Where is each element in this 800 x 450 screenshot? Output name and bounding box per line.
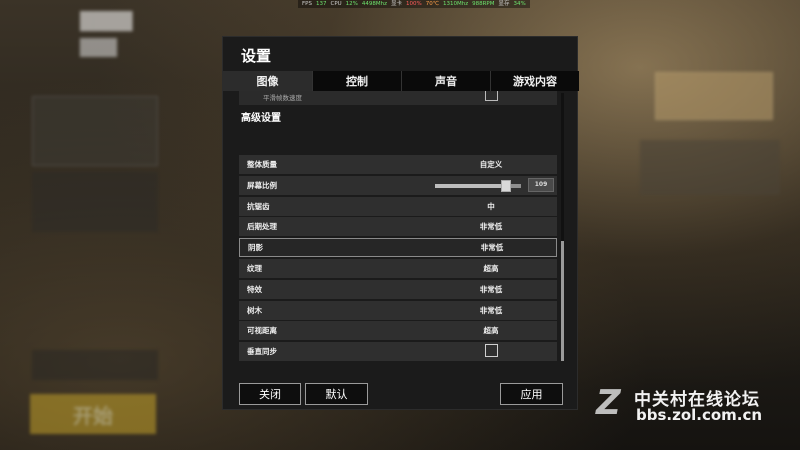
default-button[interactable]: 默认 — [305, 383, 368, 405]
zol-logo-icon: Z — [596, 383, 621, 423]
window-title: 设置 — [241, 47, 272, 65]
background-panel-secondary — [32, 172, 158, 232]
setting-label: 垂直同步 — [247, 347, 277, 357]
watermark-url: bbs.zol.com.cn — [636, 406, 763, 424]
tab-graphics[interactable]: 图像 — [223, 71, 312, 91]
perf-value: 34% — [513, 1, 526, 7]
setting-row[interactable]: 整体质量 自定义 — [239, 155, 557, 174]
setting-value-selector[interactable]: 中 — [469, 201, 513, 212]
background-news-card — [640, 140, 780, 195]
perf-value: 137 — [315, 1, 327, 7]
setting-label: 可视距离 — [247, 326, 277, 336]
setting-label: 树木 — [247, 305, 262, 315]
perf-label: FPS — [302, 1, 312, 7]
setting-row[interactable]: 树木 非常低 — [239, 300, 557, 320]
background-start-button: 开始 — [30, 394, 156, 434]
close-button[interactable]: 关闭 — [239, 383, 301, 405]
tab-controls[interactable]: 控制 — [312, 71, 401, 91]
screen-scale-slider[interactable] — [435, 179, 521, 192]
setting-row[interactable]: 屏幕比例 109 — [239, 175, 557, 195]
tab-gameplay[interactable]: 游戏内容 — [490, 71, 579, 91]
perf-value: 12% — [345, 1, 358, 7]
perf-value: 100% — [406, 1, 422, 7]
settings-list: 平滑帧数速度 高级设置 整体质量 自定义 屏幕比例 109 抗锯齿中后期处理 非常低 阴影非… — [239, 91, 563, 361]
setting-value-selector[interactable]: 非常低 — [470, 242, 514, 253]
setting-label: 纹理 — [247, 264, 262, 273]
setting-row[interactable]: 可视距离 超高 — [239, 321, 557, 341]
perf-label: 显卡 — [391, 1, 403, 7]
setting-label: 屏幕比例 — [247, 180, 277, 190]
setting-row[interactable]: 阴影 非常低 — [239, 238, 557, 258]
scrollbar-thumb[interactable] — [561, 241, 564, 361]
section-title-advanced: 高级设置 — [241, 113, 281, 124]
setting-label: 整体质量 — [247, 160, 277, 169]
setting-label: 阴影 — [248, 243, 263, 253]
background-item-strip — [32, 350, 158, 380]
perf-value: 1310Mhz — [442, 1, 469, 7]
partial-setting-label: 平滑帧数速度 — [263, 94, 302, 102]
partial-setting-row: 平滑帧数速度 — [239, 91, 557, 105]
setting-checkbox[interactable] — [485, 344, 498, 358]
partial-setting-checkbox[interactable] — [485, 91, 498, 101]
settings-window: 设置 图像 控制 声音 游戏内容 平滑帧数速度 高级设置 整体质量 自定义屏幕比例… — [222, 36, 579, 410]
site-watermark: Z 中关村在线论坛 bbs.zol.com.cn — [596, 383, 796, 433]
setting-value-selector[interactable]: 非常低 — [469, 221, 513, 232]
slider-fill — [435, 183, 506, 188]
settings-scrollbar[interactable] — [561, 93, 564, 361]
setting-value-selector[interactable]: 自定义 — [469, 159, 513, 170]
setting-row[interactable]: 特效 非常低 — [239, 279, 557, 299]
perf-label: CPU — [330, 1, 342, 7]
setting-value-selector[interactable]: 非常低 — [469, 284, 513, 295]
perf-value: 988RPM — [472, 1, 495, 7]
setting-label: 抗锯齿 — [247, 201, 270, 211]
setting-row[interactable]: 后期处理 非常低 — [239, 217, 557, 237]
slider-value-field[interactable]: 109 — [528, 177, 554, 192]
background-panel — [32, 96, 158, 166]
setting-row[interactable]: 纹理 超高 — [239, 259, 557, 278]
slider-thumb[interactable] — [500, 179, 511, 192]
setting-value-selector[interactable]: 超高 — [469, 263, 513, 274]
performance-overlay: FPS 137 CPU 12% 4498Mhz 显卡 100% 70℃ 1310Mhz 988RP… — [298, 0, 530, 8]
apply-button[interactable]: 应用 — [500, 383, 563, 405]
perf-label: 显存 — [498, 1, 510, 7]
perf-value: 70℃ — [425, 1, 439, 7]
background-promo-card — [655, 72, 773, 120]
setting-value-selector[interactable]: 非常低 — [469, 305, 513, 316]
setting-label: 特效 — [247, 284, 262, 294]
setting-label: 后期处理 — [247, 222, 277, 232]
tab-audio[interactable]: 声音 — [401, 71, 490, 91]
setting-value-selector[interactable]: 超高 — [469, 325, 513, 336]
perf-value: 4498Mhz — [361, 1, 388, 7]
setting-row[interactable]: 垂直同步 — [239, 342, 557, 361]
background-lobby-subtitle: ███ — [80, 38, 117, 57]
settings-tabs: 图像 控制 声音 游戏内容 — [223, 71, 579, 91]
setting-row[interactable]: 抗锯齿 中 — [239, 196, 557, 216]
background-lobby-title: ████ — [80, 12, 133, 32]
